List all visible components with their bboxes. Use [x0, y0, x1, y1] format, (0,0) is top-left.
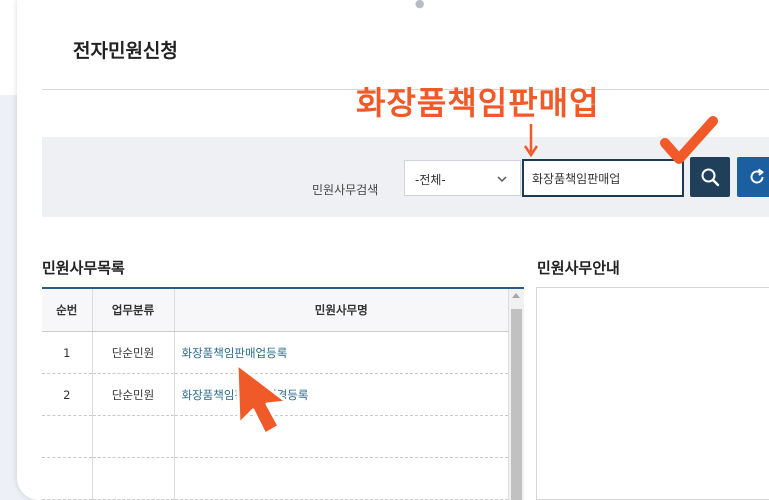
table-row-empty: [42, 457, 509, 500]
column-header-no: 순번: [42, 289, 93, 332]
checkmark-icon: [660, 116, 718, 164]
category-select-value: -전체-: [415, 173, 446, 187]
refresh-icon: [750, 168, 764, 184]
row-name-link[interactable]: 화장품책임판매업변경등록: [174, 373, 509, 416]
mouse-pointer-icon: [235, 362, 289, 436]
category-select[interactable]: -전체-: [404, 160, 521, 196]
annotation-arrow-icon: [523, 124, 539, 158]
annotation-label: 화장품책임판매업: [356, 84, 600, 122]
table-scrollbar[interactable]: [509, 289, 524, 500]
row-no: 1: [42, 331, 93, 374]
complaint-list-title: 민원사무목록: [42, 259, 125, 277]
chevron-down-icon: [497, 176, 507, 183]
row-category: 단순민원: [92, 331, 175, 374]
complaint-info-title: 민원사무안내: [537, 259, 620, 277]
scroll-up-arrow-icon[interactable]: [512, 293, 520, 298]
reset-button[interactable]: [737, 157, 769, 197]
column-header-category: 업무분류: [92, 289, 175, 332]
page-title: 전자민원신청: [73, 40, 178, 62]
scroll-thumb[interactable]: [511, 309, 522, 500]
content-card: ▔ ▔▔▔▔▔▔ ▔▔▔ ▔▔▔▔▔ ● ▔ ▔▔▔ ▔▔▔▔ ▔▔▔ ▔ 전자…: [17, 0, 769, 500]
search-label: 민원사무검색: [312, 183, 379, 197]
search-icon: [701, 168, 720, 187]
row-no: 2: [42, 373, 93, 416]
complaint-info-panel: [536, 287, 769, 500]
top-navigation-strip: ▔ ▔▔▔▔▔▔ ▔▔▔ ▔▔▔▔▔ ● ▔ ▔▔▔ ▔▔▔▔ ▔▔▔ ▔: [217, 0, 598, 10]
row-name-link[interactable]: 화장품책임판매업등록: [174, 331, 509, 374]
column-header-name: 민원사무명: [174, 289, 509, 332]
row-category: 단순민원: [92, 373, 175, 416]
